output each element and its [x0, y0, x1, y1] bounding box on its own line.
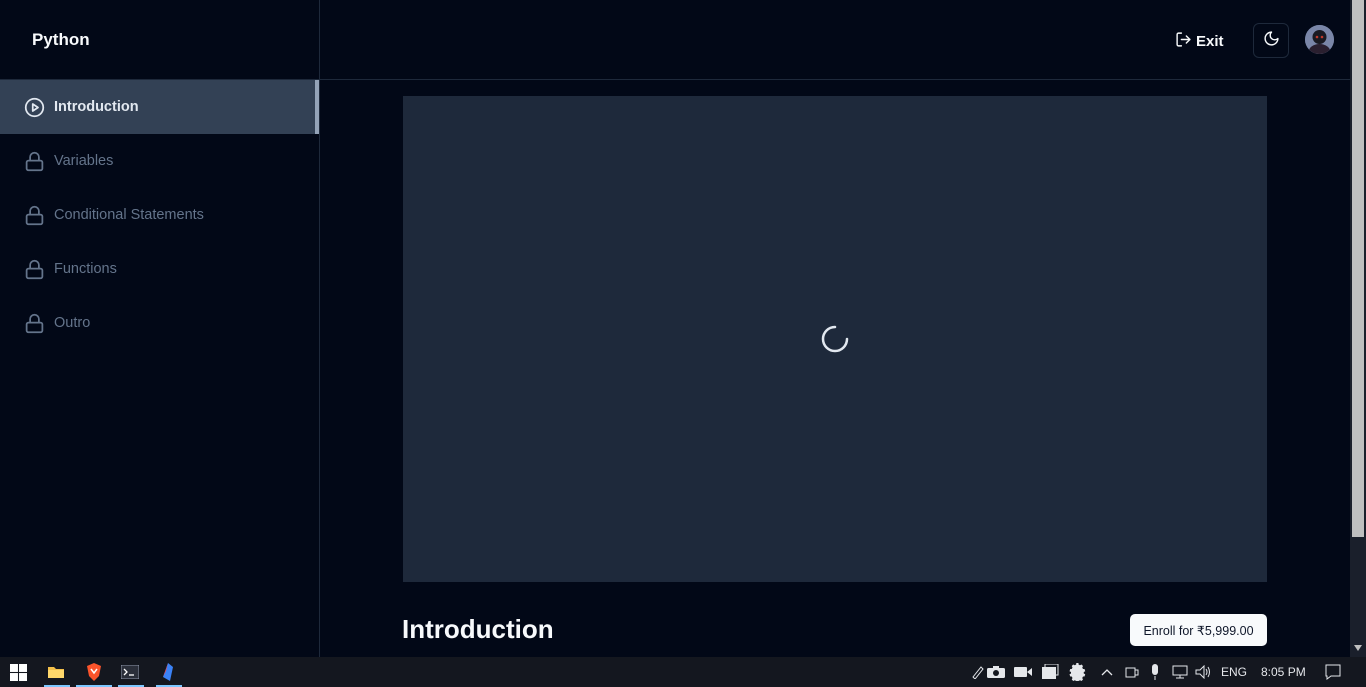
log-out-icon — [1175, 31, 1196, 52]
terminal-icon[interactable] — [120, 662, 140, 682]
pen-icon[interactable] — [968, 662, 988, 682]
user-avatar[interactable] — [1305, 25, 1334, 54]
app-icon[interactable] — [158, 662, 178, 682]
loading-spinner-icon — [820, 324, 850, 354]
lock-icon — [24, 313, 45, 334]
scroll-down-arrow-icon[interactable] — [1353, 643, 1363, 653]
file-explorer-icon[interactable] — [46, 662, 66, 682]
page-scrollbar[interactable] — [1350, 0, 1366, 657]
windows-taskbar: ENG 8:05 PM — [0, 657, 1366, 687]
sidebar-item-introduction[interactable]: Introduction — [0, 80, 319, 134]
windows-start-icon[interactable] — [8, 662, 28, 682]
sidebar-item-label: Functions — [54, 261, 117, 277]
lock-icon — [24, 205, 45, 226]
sidebar-item-label: Variables — [54, 153, 114, 169]
volume-icon[interactable] — [1194, 662, 1214, 682]
sidebar-item-variables[interactable]: Variables — [0, 134, 319, 188]
sidebar-item-label: Conditional Statements — [54, 207, 204, 223]
meet-now-icon[interactable] — [1122, 662, 1142, 682]
notification-icon[interactable] — [1323, 662, 1343, 682]
chevron-up-icon[interactable] — [1097, 662, 1117, 682]
course-sidebar: Python Introduction Variables Conditiona… — [0, 0, 320, 657]
top-bar: Exit — [320, 0, 1350, 80]
sidebar-item-label: Introduction — [54, 99, 139, 115]
play-circle-icon — [24, 97, 45, 118]
sidebar-item-functions[interactable]: Functions — [0, 242, 319, 296]
clock[interactable]: 8:05 PM — [1261, 665, 1306, 679]
scrollbar-thumb[interactable] — [1352, 0, 1364, 537]
lesson-title: Introduction — [402, 614, 554, 644]
theme-toggle-button[interactable] — [1253, 23, 1289, 58]
gear-icon[interactable] — [1067, 662, 1087, 682]
sidebar-item-conditional-statements[interactable]: Conditional Statements — [0, 188, 319, 242]
camera-icon[interactable] — [986, 662, 1006, 682]
exit-button[interactable]: Exit — [1175, 26, 1224, 56]
brave-browser-icon[interactable] — [84, 662, 104, 682]
window-icon[interactable] — [1040, 662, 1060, 682]
language-indicator[interactable]: ENG — [1221, 665, 1247, 679]
network-icon[interactable] — [1170, 662, 1190, 682]
enroll-button[interactable]: Enroll for ₹5,999.00 — [1130, 614, 1267, 646]
sidebar-header: Python — [0, 0, 319, 80]
course-title: Python — [32, 29, 90, 49]
lock-icon — [24, 151, 45, 172]
lock-icon — [24, 259, 45, 280]
sidebar-item-outro[interactable]: Outro — [0, 296, 319, 350]
sidebar-item-label: Outro — [54, 315, 91, 331]
video-player[interactable] — [403, 96, 1267, 582]
app-window: Python Introduction Variables Conditiona… — [0, 0, 1366, 657]
moon-icon — [1263, 30, 1280, 52]
video-camera-icon[interactable] — [1013, 662, 1033, 682]
microphone-icon[interactable] — [1145, 662, 1165, 682]
exit-label: Exit — [1196, 32, 1224, 50]
